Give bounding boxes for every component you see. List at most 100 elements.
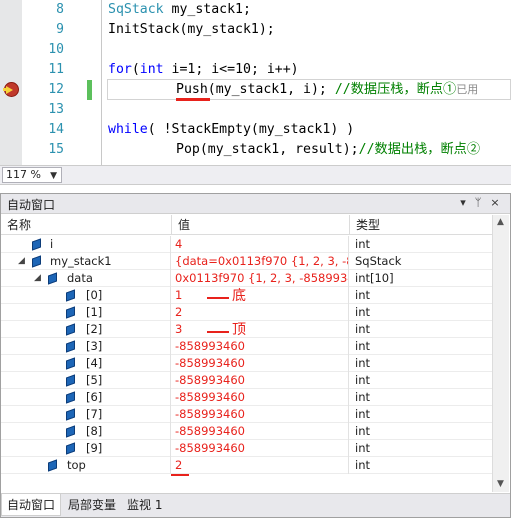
variable-type: int xyxy=(355,424,370,438)
expand-arrow-icon[interactable]: ◢ xyxy=(18,253,25,270)
perf-tip-hint[interactable]: 已用 xyxy=(456,83,478,96)
variable-value[interactable]: {data=0x0113f970 {1, 2, 3, -8589... xyxy=(172,253,349,270)
table-row[interactable]: [0] 1 int xyxy=(1,287,492,304)
code-line[interactable]: 14 while( !StackEmpty(my_stack1) ) xyxy=(0,120,511,140)
variable-name: [1] xyxy=(86,305,103,319)
code-text: InitStack(my_stack1); xyxy=(108,22,275,37)
variable-name: [8] xyxy=(86,424,103,438)
variable-name: [6] xyxy=(86,390,103,404)
tool-window-tabs: 自动窗口 局部变量 监视 1 xyxy=(1,493,510,517)
code-line[interactable]: 8 SqStack my_stack1; xyxy=(0,0,511,20)
code-line[interactable]: 9 InitStack(my_stack1); xyxy=(0,20,511,40)
expand-arrow-icon[interactable]: ◢ xyxy=(34,270,41,287)
table-row[interactable]: i 4 int xyxy=(1,236,492,253)
variable-name: data xyxy=(67,271,93,285)
column-header-type[interactable]: 类型 xyxy=(350,215,492,235)
code-text: Pop(my_stack1, result); xyxy=(176,142,359,157)
variable-value[interactable]: 0x0113f970 {1, 2, 3, -858993460, ... xyxy=(172,270,349,287)
zoom-select[interactable]: 117 % ▼ xyxy=(2,167,62,183)
variable-name: [4] xyxy=(86,356,103,370)
variable-type: int xyxy=(355,322,370,336)
code-line-current[interactable]: 12 Push(my_stack1, i); //数据压栈，断点①已用 xyxy=(0,80,511,100)
variable-icon xyxy=(66,391,75,404)
variable-value[interactable]: 3 xyxy=(172,321,349,338)
type-token: SqStack xyxy=(108,2,164,17)
variable-icon xyxy=(66,323,75,336)
code-editor[interactable]: 8 SqStack my_stack1; 9 InitStack(my_stac… xyxy=(0,0,511,165)
close-icon[interactable]: × xyxy=(488,196,502,209)
variable-type: int xyxy=(355,356,370,370)
variable-name: [2] xyxy=(86,322,103,336)
variable-icon xyxy=(48,459,57,472)
code-text: ( xyxy=(131,62,140,77)
variable-value[interactable]: -858993460 xyxy=(172,406,349,423)
variable-icon xyxy=(66,306,75,319)
autos-title: 自动窗口 xyxy=(7,198,56,212)
keyword-token: for xyxy=(108,62,132,77)
table-row[interactable]: top 2 int xyxy=(1,457,492,474)
table-row[interactable]: [6] -858993460 int xyxy=(1,389,492,406)
table-row[interactable]: [2] 3 int xyxy=(1,321,492,338)
variable-type: SqStack xyxy=(355,254,402,268)
table-row[interactable]: ◢ data 0x0113f970 {1, 2, 3, -858993460, … xyxy=(1,270,492,287)
table-row[interactable]: [9] -858993460 int xyxy=(1,440,492,457)
comment-token: //数据压栈，断点① xyxy=(334,82,457,97)
column-header-name[interactable]: 名称 xyxy=(1,215,172,235)
variable-value[interactable]: 4 xyxy=(172,236,349,253)
table-row[interactable]: [1] 2 int xyxy=(1,304,492,321)
vertical-scrollbar[interactable]: ▲ ▼ xyxy=(492,215,509,492)
variable-value[interactable]: 1 xyxy=(172,287,349,304)
column-header-value[interactable]: 值 xyxy=(172,215,350,235)
variable-value[interactable]: -858993460 xyxy=(172,423,349,440)
line-number: 9 xyxy=(56,22,64,37)
autos-title-bar[interactable]: 自动窗口 ▾ ᛘ × xyxy=(1,194,510,214)
pin-icon[interactable]: ᛘ xyxy=(471,196,485,209)
table-row[interactable]: [7] -858993460 int xyxy=(1,406,492,423)
code-text: i=1; i<=10; i++) xyxy=(163,62,299,77)
variable-value[interactable]: -858993460 xyxy=(172,440,349,457)
code-text: my_stack1; xyxy=(163,2,251,17)
annotation-bottom-label: 底 xyxy=(232,288,246,304)
variable-value[interactable]: -858993460 xyxy=(172,355,349,372)
line-number: 13 xyxy=(48,102,64,117)
editor-status-bar: 117 % ▼ xyxy=(0,165,511,185)
variable-value[interactable]: -858993460 xyxy=(172,338,349,355)
table-row[interactable]: ◢ my_stack1 {data=0x0113f970 {1, 2, 3, -… xyxy=(1,253,492,270)
scroll-up-icon[interactable]: ▲ xyxy=(497,217,504,227)
function-token: Push xyxy=(176,82,208,97)
keyword-token: while xyxy=(108,122,148,137)
variable-icon xyxy=(66,289,75,302)
tab-locals[interactable]: 局部变量 xyxy=(63,494,121,516)
window-menu-icon[interactable]: ▾ xyxy=(456,196,470,209)
scroll-down-icon[interactable]: ▼ xyxy=(497,479,504,489)
code-line[interactable]: 13 xyxy=(0,100,511,120)
variable-value[interactable]: 2 xyxy=(172,457,349,474)
chevron-down-icon[interactable]: ▼ xyxy=(50,169,57,183)
variable-value[interactable]: -858993460 xyxy=(172,389,349,406)
table-row[interactable]: [5] -858993460 int xyxy=(1,372,492,389)
code-line[interactable]: 15 Pop(my_stack1, result);//数据出栈，断点② xyxy=(0,140,511,160)
annotation-line xyxy=(207,331,229,333)
table-row[interactable]: [8] -858993460 int xyxy=(1,423,492,440)
code-line[interactable]: 10 xyxy=(0,40,511,60)
variable-name: [3] xyxy=(86,339,103,353)
variable-value[interactable]: -858993460 xyxy=(172,372,349,389)
tab-autos[interactable]: 自动窗口 xyxy=(1,494,62,516)
variable-name: my_stack1 xyxy=(50,254,112,268)
variable-type: int xyxy=(355,441,370,455)
variable-name: [0] xyxy=(86,288,103,302)
variable-value[interactable]: 2 xyxy=(172,304,349,321)
variable-name: [7] xyxy=(86,407,103,421)
tab-watch1[interactable]: 监视 1 xyxy=(122,494,167,516)
variable-type: int xyxy=(355,458,370,472)
table-row[interactable]: [4] -858993460 int xyxy=(1,355,492,372)
variable-icon xyxy=(66,442,75,455)
variable-name: [5] xyxy=(86,373,103,387)
annotation-underline xyxy=(171,474,189,476)
line-number: 14 xyxy=(48,122,64,137)
variable-icon xyxy=(66,425,75,438)
variable-icon xyxy=(32,238,41,251)
code-line[interactable]: 11 for(int i=1; i<=10; i++) xyxy=(0,60,511,80)
table-row[interactable]: [3] -858993460 int xyxy=(1,338,492,355)
annotation-line xyxy=(207,297,229,299)
